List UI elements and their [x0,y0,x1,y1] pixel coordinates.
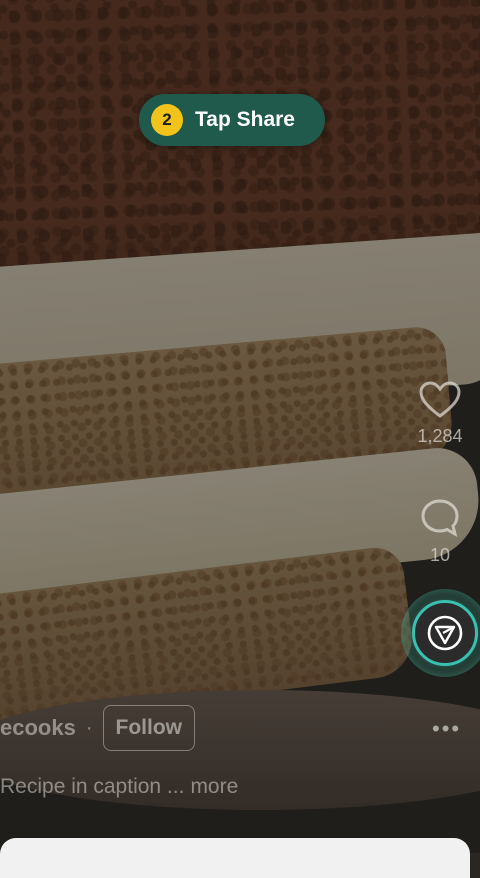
separator-dot: · [85,716,93,739]
step-badge: 2 [151,104,183,136]
share-icon [427,615,463,651]
coach-label: Tap Share [195,108,295,131]
bottom-sheet-edge [0,838,470,878]
comment-icon [421,499,459,538]
coach-mark-tooltip: 2 Tap Share [139,94,325,146]
author-row: ecooks · Follow [0,703,195,753]
share-highlight [412,600,478,666]
follow-button[interactable]: Follow [102,705,195,751]
comment-button[interactable]: 10 [404,497,476,566]
comment-count: 10 [429,545,451,565]
more-options-icon[interactable]: ••• [432,716,461,742]
caption-text: Recipe in caption ... [0,775,185,798]
caption-more-link[interactable]: more [190,775,238,798]
like-button[interactable]: 1,284 [404,380,476,447]
author-name[interactable]: ecooks [0,715,76,741]
heart-icon [419,381,461,418]
share-button[interactable] [401,589,480,677]
like-count: 1,284 [417,426,463,446]
post-caption[interactable]: Recipe in caption ... more [0,775,238,799]
